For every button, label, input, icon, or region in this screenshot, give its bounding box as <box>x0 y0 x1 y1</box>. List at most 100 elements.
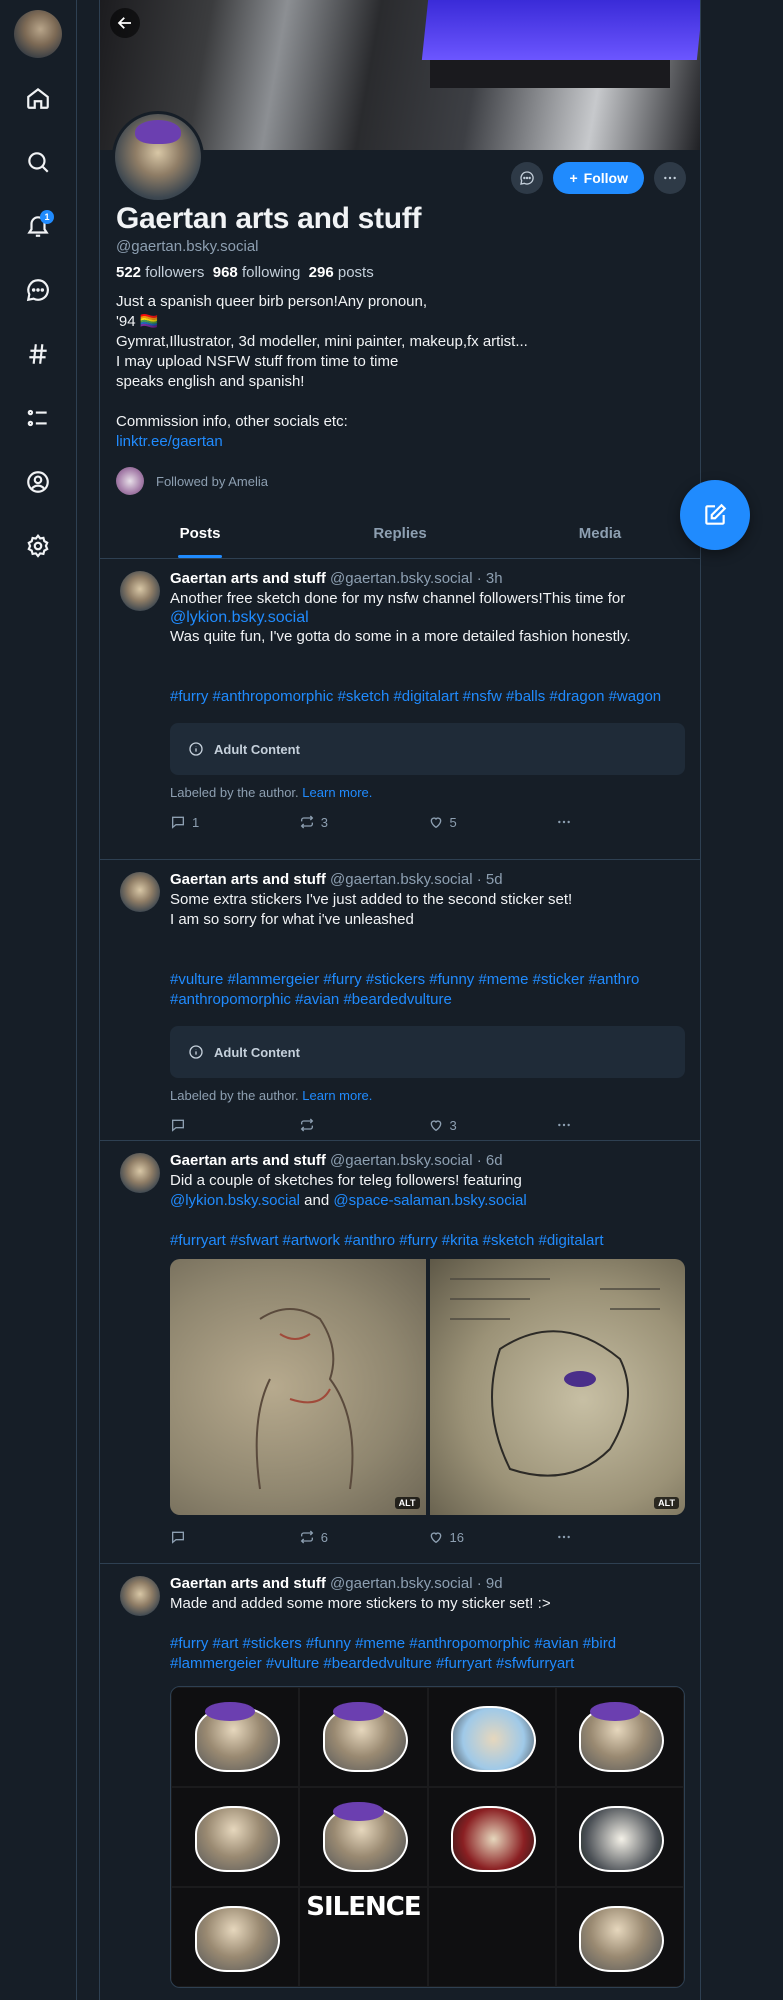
post-author-avatar[interactable] <box>120 571 160 611</box>
post-text: Some extra stickers I've just added to t… <box>170 891 573 928</box>
learn-more-link[interactable]: Learn more. <box>302 1088 372 1103</box>
sticker <box>299 1787 428 1887</box>
profile-bio: Just a spanish queer birb person!Any pro… <box>116 292 676 452</box>
search-icon[interactable] <box>18 142 58 182</box>
like-count: 5 <box>449 814 457 830</box>
more-options-button[interactable] <box>654 162 686 194</box>
message-button[interactable] <box>511 162 544 194</box>
repost-icon <box>300 815 314 829</box>
post-tags[interactable]: #vulture #lammergeier #furry #stickers #… <box>170 970 685 1010</box>
info-icon <box>189 742 203 756</box>
post[interactable]: Gaertan arts and stuff @gaertan.bsky.soc… <box>100 1564 700 2000</box>
like-count: 3 <box>449 1117 457 1133</box>
back-arrow-icon[interactable] <box>110 8 140 38</box>
post-tags[interactable]: #furry #anthropomorphic #sketch #digital… <box>170 687 685 707</box>
post-author-avatar[interactable] <box>120 1576 160 1616</box>
reply-button[interactable] <box>170 1117 299 1133</box>
compose-pencil-icon <box>705 503 727 525</box>
settings-gear-icon[interactable] <box>18 526 58 566</box>
followers-label[interactable]: followers <box>145 264 204 281</box>
post-author[interactable]: Gaertan arts and stuff <box>170 1575 326 1592</box>
ellipsis-icon <box>558 1535 571 1539</box>
notifications-icon[interactable]: 1 <box>18 206 58 246</box>
feeds-hash-icon[interactable] <box>18 334 58 374</box>
repost-button[interactable]: 3 <box>299 814 428 830</box>
sticker-sheet-image[interactable]: SILENCE <box>170 1686 685 1988</box>
post-more-button[interactable] <box>556 1117 685 1133</box>
home-icon[interactable] <box>18 78 58 118</box>
post-author[interactable]: Gaertan arts and stuff <box>170 1152 326 1169</box>
like-button[interactable]: 5 <box>428 814 557 830</box>
post-controls: 3 <box>170 1117 685 1133</box>
sticker <box>171 1787 300 1887</box>
post-author[interactable]: Gaertan arts and stuff <box>170 570 326 587</box>
reply-icon <box>172 1531 184 1544</box>
banner-monitor <box>421 0 700 60</box>
current-user-avatar[interactable] <box>14 10 62 58</box>
post-mention-2[interactable]: @space-salaman.bsky.social <box>333 1192 526 1209</box>
post-mention[interactable]: @lykion.bsky.social <box>170 1192 300 1209</box>
followed-by[interactable]: Followed by Amelia <box>116 467 268 495</box>
post[interactable]: Gaertan arts and stuff @gaertan.bsky.soc… <box>100 860 700 1141</box>
heart-icon <box>430 1532 441 1544</box>
bio-link[interactable]: linktr.ee/gaertan <box>116 433 223 450</box>
ellipsis-icon <box>558 1123 571 1127</box>
repost-button[interactable]: 6 <box>299 1529 428 1545</box>
post-tags[interactable]: #furryart #sfwart #artwork #anthro #furr… <box>170 1231 685 1251</box>
post-more-button[interactable] <box>556 814 685 830</box>
labeled-text: Labeled by the author. <box>170 1088 299 1103</box>
adult-content-warning[interactable]: Adult Content <box>170 1026 685 1078</box>
profile-icon[interactable] <box>18 462 58 502</box>
labeled-text: Labeled by the author. <box>170 785 299 800</box>
notification-badge: 1 <box>40 210 54 224</box>
chat-icon[interactable] <box>18 270 58 310</box>
adult-content-warning[interactable]: Adult Content <box>170 723 685 775</box>
post-author-avatar[interactable] <box>120 872 160 912</box>
alt-badge[interactable]: ALT <box>394 1497 420 1509</box>
sticker <box>171 1687 300 1787</box>
profile-actions: + Follow <box>511 162 686 194</box>
repost-button[interactable] <box>299 1117 428 1133</box>
sketch-image-2[interactable]: ALT <box>429 1259 685 1515</box>
post-text: Made and added some more stickers to my … <box>170 1595 551 1612</box>
post-author-avatar[interactable] <box>120 1153 160 1193</box>
follower-avatar <box>116 467 144 495</box>
post-mention[interactable]: @lykion.bsky.social <box>170 609 309 626</box>
label-note: Labeled by the author. Learn more. <box>170 1088 685 1103</box>
post-more-button[interactable] <box>556 1529 685 1545</box>
ellipsis-icon <box>558 820 571 824</box>
post[interactable]: Gaertan arts and stuff @gaertan.bsky.soc… <box>100 559 700 860</box>
following-label[interactable]: following <box>242 264 300 281</box>
plus-icon: + <box>569 170 578 186</box>
post[interactable]: Gaertan arts and stuff @gaertan.bsky.soc… <box>100 1141 700 1564</box>
profile-avatar[interactable] <box>112 111 204 203</box>
posts-label: posts <box>337 264 374 281</box>
like-count: 16 <box>449 1529 464 1545</box>
lists-icon[interactable] <box>18 398 58 438</box>
sticker <box>555 1787 684 1887</box>
like-button[interactable]: 16 <box>428 1529 557 1545</box>
heart-icon <box>430 1120 441 1132</box>
post-author[interactable]: Gaertan arts and stuff <box>170 871 326 888</box>
reply-icon <box>172 1119 184 1132</box>
tab-replies[interactable]: Replies <box>300 508 500 558</box>
follow-button[interactable]: + Follow <box>553 162 644 194</box>
compose-button[interactable] <box>680 480 750 550</box>
post-text: Another free sketch done for my nsfw cha… <box>170 590 626 607</box>
followers-count[interactable]: 522 <box>116 264 141 281</box>
repost-count: 3 <box>320 814 328 830</box>
repost-icon <box>300 1118 314 1132</box>
tab-posts[interactable]: Posts <box>100 508 300 558</box>
post-tags[interactable]: #furry #art #stickers #funny #meme #anth… <box>170 1634 685 1674</box>
learn-more-link[interactable]: Learn more. <box>302 785 372 800</box>
reply-button[interactable]: 1 <box>170 814 299 830</box>
post-meta: @gaertan.bsky.social · 9d <box>330 1575 503 1592</box>
following-count[interactable]: 968 <box>213 264 238 281</box>
alt-badge[interactable]: ALT <box>654 1497 679 1509</box>
sketch-dragon-drawing <box>449 1278 660 1477</box>
reply-button[interactable] <box>170 1529 299 1545</box>
tab-media[interactable]: Media <box>500 508 700 558</box>
sticker <box>555 1687 684 1787</box>
sketch-image-1[interactable]: ALT <box>170 1259 426 1515</box>
like-button[interactable]: 3 <box>428 1117 557 1133</box>
